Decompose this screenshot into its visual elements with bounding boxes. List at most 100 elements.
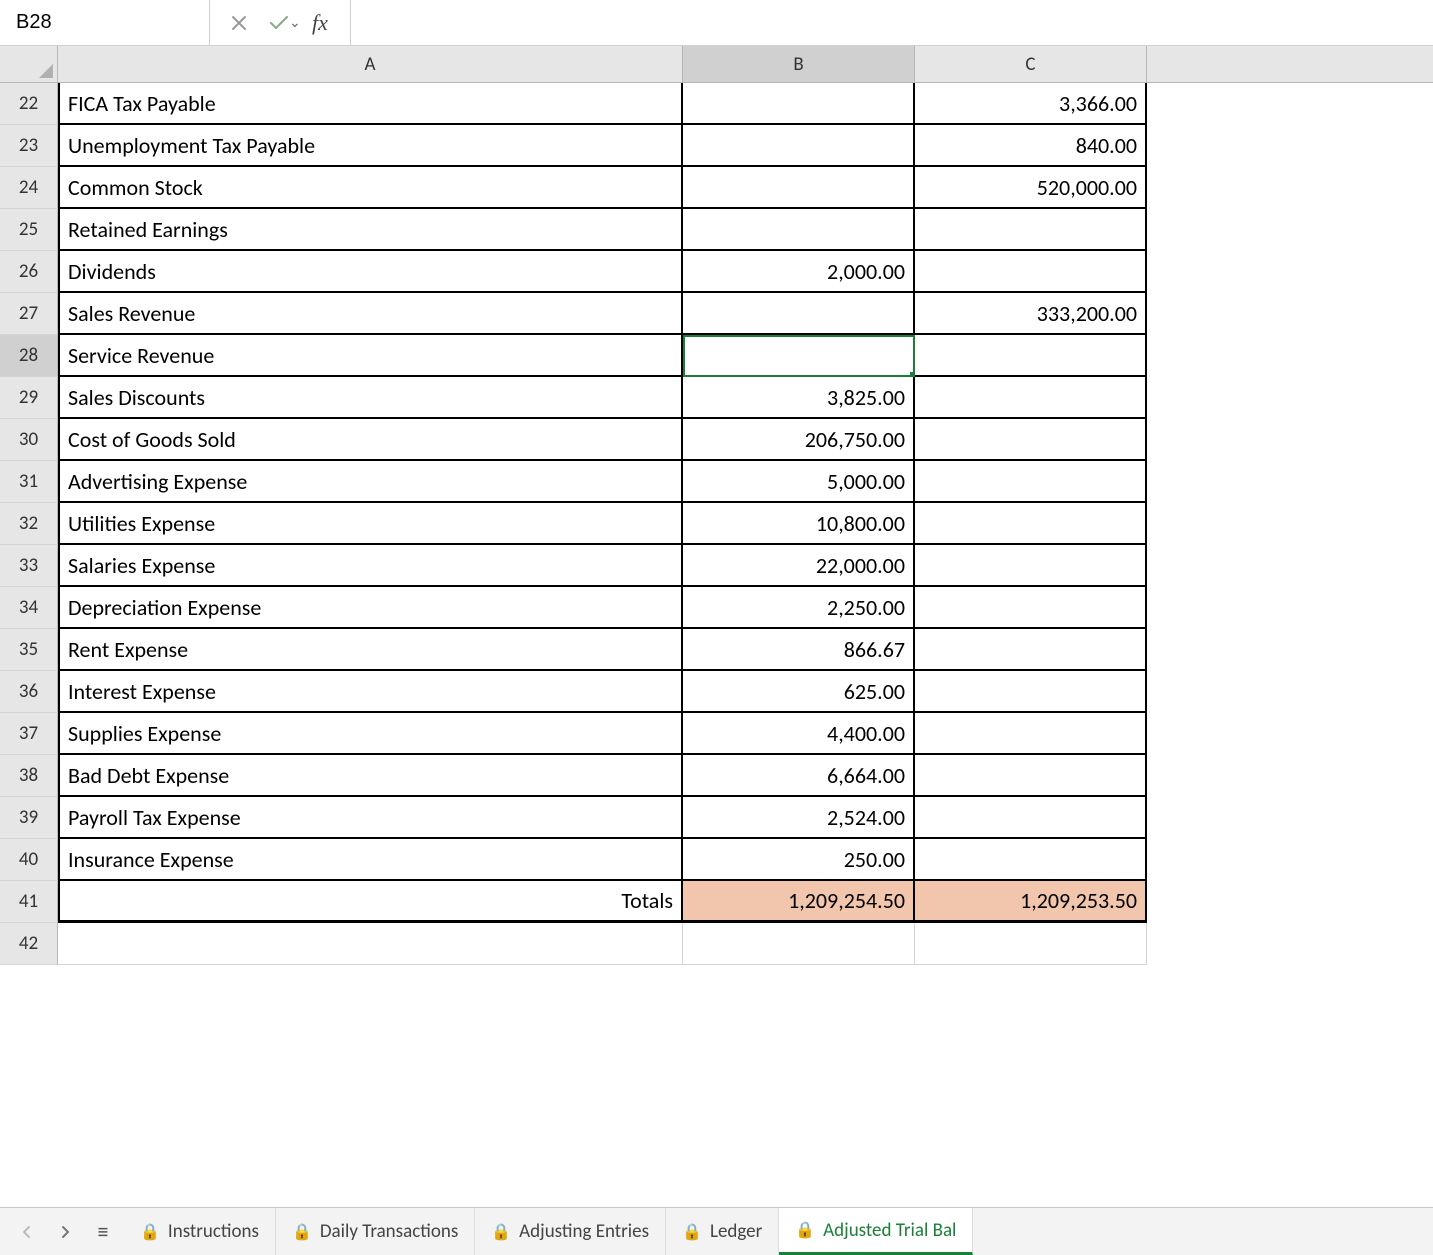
row-header[interactable]: 33 — [0, 545, 58, 587]
row-header[interactable]: 41 — [0, 881, 58, 923]
cell[interactable]: 6,664.00 — [683, 755, 915, 797]
cell[interactable] — [683, 167, 915, 209]
row-header[interactable]: 22 — [0, 83, 58, 125]
cell[interactable]: Salaries Expense — [58, 545, 683, 587]
cell[interactable]: 2,000.00 — [683, 251, 915, 293]
sheet-tab[interactable]: 🔒Daily Transactions — [276, 1208, 475, 1255]
row-header[interactable]: 28 — [0, 335, 58, 377]
cell[interactable]: Cost of Goods Sold — [58, 419, 683, 461]
cell[interactable] — [683, 923, 915, 965]
cell[interactable]: Interest Expense — [58, 671, 683, 713]
tab-list-menu-icon[interactable]: ≡ — [86, 1215, 120, 1249]
cell[interactable]: 520,000.00 — [915, 167, 1147, 209]
row-header[interactable]: 31 — [0, 461, 58, 503]
cell[interactable]: 1,209,254.50 — [683, 881, 915, 923]
row-header[interactable]: 29 — [0, 377, 58, 419]
row-header[interactable]: 38 — [0, 755, 58, 797]
row-header[interactable]: 27 — [0, 293, 58, 335]
row-header[interactable]: 23 — [0, 125, 58, 167]
cell[interactable]: 866.67 — [683, 629, 915, 671]
row-header[interactable]: 37 — [0, 713, 58, 755]
sheet-tab[interactable]: 🔒Ledger — [666, 1208, 779, 1255]
cell[interactable]: 4,400.00 — [683, 713, 915, 755]
cell[interactable]: 3,366.00 — [915, 83, 1147, 125]
cell[interactable]: 2,524.00 — [683, 797, 915, 839]
cell[interactable] — [58, 923, 683, 965]
cell[interactable] — [915, 713, 1147, 755]
cell[interactable]: 22,000.00 — [683, 545, 915, 587]
cell[interactable]: Bad Debt Expense — [58, 755, 683, 797]
row-header[interactable]: 35 — [0, 629, 58, 671]
sheet-tab[interactable]: 🔒Instructions — [124, 1208, 276, 1255]
cell[interactable] — [915, 335, 1147, 377]
cell[interactable]: Sales Revenue — [58, 293, 683, 335]
cell[interactable] — [915, 923, 1147, 965]
cell[interactable]: Supplies Expense — [58, 713, 683, 755]
cell[interactable] — [915, 461, 1147, 503]
column-header-c[interactable]: C — [915, 46, 1147, 82]
cell[interactable]: 1,209,253.50 — [915, 881, 1147, 923]
row-header[interactable]: 30 — [0, 419, 58, 461]
sheet-tab[interactable]: 🔒Adjusted Trial Bal — [779, 1208, 973, 1255]
cell[interactable]: Payroll Tax Expense — [58, 797, 683, 839]
formula-input[interactable] — [351, 0, 1433, 45]
row-header[interactable]: 39 — [0, 797, 58, 839]
cell[interactable] — [915, 587, 1147, 629]
cell[interactable] — [915, 503, 1147, 545]
column-header-b[interactable]: B — [683, 46, 915, 82]
cell[interactable] — [915, 545, 1147, 587]
cell[interactable] — [915, 629, 1147, 671]
cell[interactable] — [683, 83, 915, 125]
row-header[interactable]: 36 — [0, 671, 58, 713]
cell[interactable]: 840.00 — [915, 125, 1147, 167]
cell[interactable] — [915, 419, 1147, 461]
cell[interactable] — [683, 125, 915, 167]
row-header[interactable]: 24 — [0, 167, 58, 209]
cell[interactable]: 333,200.00 — [915, 293, 1147, 335]
cell[interactable]: Advertising Expense — [58, 461, 683, 503]
cell[interactable]: Unemployment Tax Payable — [58, 125, 683, 167]
select-all-corner[interactable] — [0, 46, 58, 82]
tab-nav-next-icon[interactable] — [48, 1215, 82, 1249]
cell[interactable]: FICA Tax Payable — [58, 83, 683, 125]
row-header[interactable]: 26 — [0, 251, 58, 293]
cell[interactable] — [915, 839, 1147, 881]
column-header-a[interactable]: A — [58, 46, 683, 82]
cell[interactable]: Utilities Expense — [58, 503, 683, 545]
cell[interactable]: Insurance Expense — [58, 839, 683, 881]
tab-nav-prev-icon[interactable] — [10, 1215, 44, 1249]
cell[interactable] — [683, 209, 915, 251]
row-header[interactable]: 40 — [0, 839, 58, 881]
name-box-dropdown-icon[interactable]: ⌄ — [283, 14, 307, 31]
cell[interactable]: 250.00 — [683, 839, 915, 881]
cell[interactable] — [915, 377, 1147, 419]
row-header[interactable]: 42 — [0, 923, 58, 965]
cell[interactable] — [915, 671, 1147, 713]
cell[interactable]: Dividends — [58, 251, 683, 293]
cell[interactable] — [915, 209, 1147, 251]
row-header[interactable]: 34 — [0, 587, 58, 629]
cell[interactable] — [915, 797, 1147, 839]
cell[interactable] — [683, 293, 915, 335]
cell[interactable] — [683, 335, 915, 377]
cell[interactable]: Depreciation Expense — [58, 587, 683, 629]
sheet-tab[interactable]: 🔒Adjusting Entries — [475, 1208, 666, 1255]
name-box[interactable] — [14, 10, 283, 35]
cell[interactable]: Rent Expense — [58, 629, 683, 671]
cell[interactable]: 625.00 — [683, 671, 915, 713]
row-header[interactable]: 32 — [0, 503, 58, 545]
cell[interactable]: Common Stock — [58, 167, 683, 209]
cell[interactable]: 206,750.00 — [683, 419, 915, 461]
cell[interactable]: 3,825.00 — [683, 377, 915, 419]
cell[interactable]: 2,250.00 — [683, 587, 915, 629]
cell[interactable] — [915, 755, 1147, 797]
fx-icon[interactable]: fx — [306, 10, 334, 36]
cell[interactable]: Service Revenue — [58, 335, 683, 377]
cell[interactable]: Sales Discounts — [58, 377, 683, 419]
cell[interactable]: 5,000.00 — [683, 461, 915, 503]
row-header[interactable]: 25 — [0, 209, 58, 251]
cell[interactable]: 10,800.00 — [683, 503, 915, 545]
cell[interactable] — [915, 251, 1147, 293]
cell[interactable]: Retained Earnings — [58, 209, 683, 251]
cell[interactable]: Totals — [58, 881, 683, 923]
